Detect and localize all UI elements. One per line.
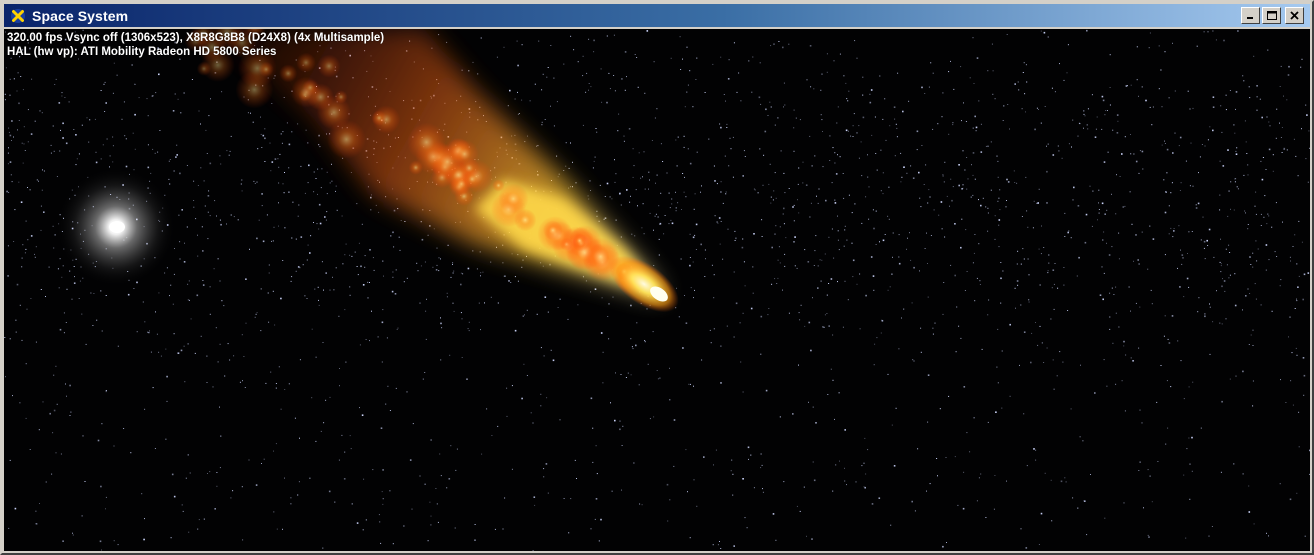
minimize-button[interactable] <box>1241 7 1260 24</box>
space-scene <box>4 29 1310 551</box>
close-button[interactable] <box>1285 7 1304 24</box>
comet <box>184 29 679 313</box>
render-viewport[interactable]: 320.00 fps Vsync off (1306x523), X8R8G8B… <box>4 29 1310 551</box>
maximize-icon <box>1266 10 1277 20</box>
minimize-icon <box>1247 17 1253 19</box>
fps-info-line: 320.00 fps Vsync off (1306x523), X8R8G8B… <box>7 32 385 44</box>
render-stats-overlay: 320.00 fps Vsync off (1306x523), X8R8G8B… <box>7 31 384 59</box>
close-icon <box>1290 11 1299 20</box>
maximize-button[interactable] <box>1262 7 1281 24</box>
device-info-line: HAL (hw vp): ATI Mobility Radeon HD 5800… <box>7 46 277 58</box>
title-bar[interactable]: Space System <box>4 4 1310 27</box>
app-window: Space System 320.00 fps Vsync off (1306x… <box>0 0 1314 555</box>
sun <box>56 167 176 287</box>
window-controls <box>1241 7 1304 24</box>
window-title: Space System <box>32 7 129 24</box>
directx-x-icon <box>10 8 26 24</box>
